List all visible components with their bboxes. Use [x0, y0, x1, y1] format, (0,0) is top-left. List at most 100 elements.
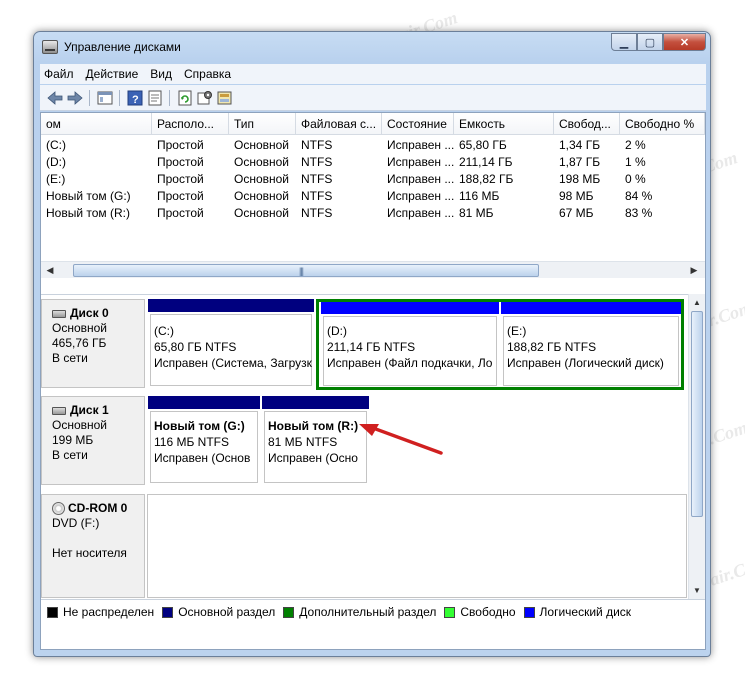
close-button[interactable]: ✕ — [663, 33, 706, 51]
volume-list: ом Располо... Тип Файловая с... Состояни… — [41, 113, 705, 288]
partition-info: (C:) 65,80 ГБ NTFS Исправен (Система, За… — [154, 323, 312, 371]
column-capacity[interactable]: Емкость — [454, 113, 554, 135]
volume-cell: Основной — [234, 189, 290, 203]
volume-row-e[interactable]: (E:) Простой Основной NTFS Исправен ... … — [41, 171, 705, 188]
column-layout[interactable]: Располо... — [152, 113, 229, 135]
help-icon[interactable]: ? — [126, 89, 144, 107]
cdrom-0-area[interactable] — [147, 494, 687, 598]
hard-disk-icon — [52, 309, 66, 318]
menu-help[interactable]: Справка — [184, 67, 231, 81]
forward-icon[interactable] — [66, 89, 84, 107]
volume-cell: (E:) — [46, 172, 66, 186]
console-tree-icon[interactable] — [96, 89, 114, 107]
legend-primary: Основной раздел — [178, 605, 276, 619]
column-free-space[interactable]: Свобод... — [554, 113, 620, 135]
scroll-down-icon[interactable]: ▼ — [689, 582, 705, 598]
volume-cell: Простой — [157, 138, 204, 152]
partition-info: (E:) 188,82 ГБ NTFS Исправен (Логический… — [507, 323, 664, 371]
disk-0-label[interactable]: Диск 0 Основной 465,76 ГБ В сети — [41, 299, 145, 388]
logical-disk-bar — [321, 302, 499, 314]
partition-c[interactable]: (C:) 65,80 ГБ NTFS Исправен (Система, За… — [148, 299, 314, 388]
volume-cell: Исправен ... — [387, 172, 454, 186]
scroll-up-icon[interactable]: ▲ — [689, 294, 705, 310]
volume-cell: Новый том (G:) — [46, 189, 131, 203]
disk-size: 465,76 ГБ — [52, 336, 107, 350]
partition-size: 65,80 ГБ NTFS — [154, 340, 237, 354]
volume-row-c[interactable]: (C:) Простой Основной NTFS Исправен ... … — [41, 137, 705, 154]
volume-cell: 188,82 ГБ — [459, 172, 514, 186]
volume-cell: Исправен ... — [387, 189, 454, 203]
menu-action[interactable]: Действие — [86, 67, 139, 81]
volume-cell: 67 МБ — [559, 206, 594, 220]
disk-1-name: Диск 1 — [52, 403, 144, 418]
refresh-icon[interactable] — [176, 89, 194, 107]
volume-row-d[interactable]: (D:) Простой Основной NTFS Исправен ... … — [41, 154, 705, 171]
horizontal-scroll-thumb[interactable]: ||| — [73, 264, 539, 277]
volume-row-g[interactable]: Новый том (G:) Простой Основной NTFS Исп… — [41, 188, 705, 205]
volume-cell: 2 % — [625, 138, 646, 152]
logical-disk-bar — [501, 302, 681, 314]
volume-cell: 1,87 ГБ — [559, 155, 601, 169]
toolbar: ? — [40, 85, 706, 111]
disk-management-icon — [42, 40, 58, 54]
primary-swatch — [162, 606, 174, 618]
vertical-scrollbar[interactable]: ▲ ▼ — [688, 294, 705, 599]
partition-e[interactable]: (E:) 188,82 ГБ NTFS Исправен (Логический… — [501, 302, 681, 386]
settings-icon[interactable] — [196, 89, 214, 107]
volume-cell: 198 МБ — [559, 172, 601, 186]
menu-file[interactable]: Файл — [44, 67, 74, 81]
partition-size: 211,14 ГБ NTFS — [327, 340, 416, 354]
legend: Не распределен Основной раздел Дополните… — [41, 599, 705, 649]
volume-cell: Новый том (R:) — [46, 206, 130, 220]
volume-cell: Простой — [157, 155, 204, 169]
partition-size: 116 МБ NTFS — [154, 435, 229, 449]
volume-cell: Исправен ... — [387, 155, 454, 169]
legend-extended: Дополнительный раздел — [299, 605, 437, 619]
volume-list-header: ом Располо... Тип Файловая с... Состояни… — [41, 113, 705, 135]
partition-d[interactable]: (D:) 211,14 ГБ NTFS Исправен (Файл подка… — [321, 302, 499, 386]
cdrom-0-label[interactable]: CD-ROM 0 DVD (F:) Нет носителя — [41, 494, 145, 598]
title-bar[interactable]: Управление дисками ▁ ▢ ✕ — [34, 32, 710, 60]
legend-row: Не распределен Основной раздел Дополните… — [47, 605, 639, 619]
disk-1-label[interactable]: Диск 1 Основной 199 МБ В сети — [41, 396, 145, 485]
partition-status: Исправен (Осно — [268, 451, 358, 465]
disk-size: 199 МБ — [52, 433, 94, 447]
disk-name-text: CD-ROM 0 — [68, 501, 128, 515]
toolbar-separator — [119, 90, 120, 106]
volume-cell: 83 % — [625, 206, 653, 220]
scroll-left-icon[interactable]: ◀ — [42, 263, 58, 278]
minimize-button[interactable]: ▁ — [611, 33, 637, 51]
properties-icon[interactable] — [146, 89, 164, 107]
volume-cell: 98 МБ — [559, 189, 594, 203]
partition-r[interactable]: Новый том (R:) 81 МБ NTFS Исправен (Осно — [262, 396, 369, 485]
disk-management-window: Управление дисками ▁ ▢ ✕ Файл Действие В… — [33, 31, 711, 657]
volume-cell: Исправен ... — [387, 138, 454, 152]
back-icon[interactable] — [46, 89, 64, 107]
column-status[interactable]: Состояние — [382, 113, 454, 135]
partition-size: 188,82 ГБ NTFS — [507, 340, 597, 354]
column-volume[interactable]: ом — [41, 113, 152, 135]
disk-status: В сети — [52, 351, 88, 365]
volume-cell: 84 % — [625, 189, 653, 203]
column-filesystem[interactable]: Файловая с... — [296, 113, 382, 135]
logical-swatch — [523, 606, 535, 618]
annotation-arrow-icon — [359, 424, 443, 455]
column-type[interactable]: Тип — [229, 113, 296, 135]
partition-g[interactable]: Новый том (G:) 116 МБ NTFS Исправен (Осн… — [148, 396, 260, 485]
primary-partition-bar — [148, 396, 260, 409]
volume-cell: Простой — [157, 189, 204, 203]
partition-name: (D:) — [327, 324, 347, 338]
volume-cell: Исправен ... — [387, 206, 454, 220]
horizontal-scrollbar[interactable]: ◀ ||| ▶ — [41, 261, 705, 278]
volume-row-r[interactable]: Новый том (R:) Простой Основной NTFS Исп… — [41, 205, 705, 222]
disk-name-text: Диск 1 — [70, 403, 109, 417]
volume-cell: Основной — [234, 172, 290, 186]
vertical-scroll-thumb[interactable] — [691, 311, 703, 517]
disk-properties-icon[interactable] — [216, 89, 234, 107]
partition-info: Новый том (G:) 116 МБ NTFS Исправен (Осн… — [154, 418, 250, 466]
cdrom-0-name: CD-ROM 0 — [52, 501, 144, 516]
scroll-right-icon[interactable]: ▶ — [686, 263, 702, 278]
maximize-button[interactable]: ▢ — [637, 33, 663, 51]
column-free-percent[interactable]: Свободно % — [620, 113, 705, 135]
menu-view[interactable]: Вид — [150, 67, 172, 81]
